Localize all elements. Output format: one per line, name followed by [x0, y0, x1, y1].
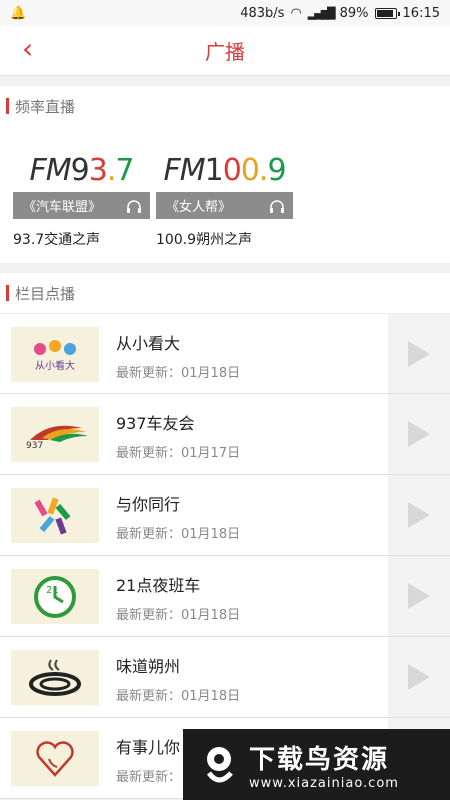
program-item[interactable]: 937 937车友会 最新更新：01月17日 — [0, 394, 450, 475]
program-thumbnail: 937 — [11, 407, 99, 462]
battery-percent: 89% — [339, 5, 369, 21]
watermark-url: www.xiazainiao.com — [249, 775, 399, 791]
program-thumbnail — [11, 650, 99, 705]
page-title: 广播 — [205, 40, 245, 64]
play-icon — [408, 664, 430, 690]
fm-digit: 3 — [88, 153, 108, 188]
channel-desc: 93.7交通之声 — [13, 232, 101, 248]
headphone-icon — [269, 199, 285, 213]
program-thumbnail — [11, 731, 99, 786]
play-icon — [408, 421, 430, 447]
program-update: 最新更新：01月18日 — [116, 608, 241, 623]
channel-card-1009[interactable]: FM 100.9 《女人帮》 100.9朔州之声 — [156, 134, 293, 249]
program-item[interactable]: 从小看大 从小看大 最新更新：01月18日 — [0, 313, 450, 394]
program-update: 最新更新：01月18日 — [116, 527, 241, 542]
program-item[interactable]: 味道朔州 最新更新：01月18日 — [0, 637, 450, 718]
wifi-icon: ◠ — [290, 5, 302, 21]
watermark-title: 下载鸟资源 — [249, 744, 390, 775]
clock: 16:15 — [402, 5, 440, 21]
section-accent-bar — [6, 98, 9, 114]
notification-icon: 🔔 — [10, 5, 27, 21]
program-thumbnail: 从小看大 — [11, 327, 99, 382]
thumb-text: 937 — [26, 441, 43, 450]
program-name: 21点夜班车 — [116, 576, 201, 595]
program-thumbnail: 21 — [11, 569, 99, 624]
fm-digit: 9 — [70, 153, 90, 188]
fm-digit: 0 — [240, 153, 260, 188]
play-button[interactable] — [388, 637, 450, 717]
section-title-ondemand: 栏目点播 — [15, 284, 76, 303]
channel-card-937[interactable]: FM 93.7 《汽车联盟》 93.7交通之声 — [13, 134, 150, 249]
program-item[interactable]: 与你同行 最新更新：01月18日 — [0, 475, 450, 556]
fm-digit: 7 — [115, 153, 134, 188]
channel-name: 《汽车联盟》 — [23, 200, 102, 215]
channel-desc: 100.9朔州之声 — [156, 232, 253, 248]
headphone-icon — [126, 199, 142, 213]
play-button[interactable] — [388, 314, 450, 393]
section-title-live: 频率直播 — [15, 97, 76, 116]
app-header: ‹ 广播 — [0, 26, 450, 76]
thumb-text: 21 — [46, 585, 59, 596]
back-icon[interactable]: ‹ — [22, 34, 33, 64]
program-list: 从小看大 从小看大 最新更新：01月18日 937 937车友会 最新更新：01… — [0, 313, 450, 799]
network-speed: 483b/s — [240, 5, 285, 21]
play-icon — [408, 583, 430, 609]
play-button[interactable] — [388, 394, 450, 474]
ondemand-section: 栏目点播 从小看大 从小看大 最新更新：01月18日 937 937车友会 最新… — [0, 273, 450, 799]
program-update: 最新更新：01月18日 — [116, 366, 241, 381]
section-header: 栏目点播 — [0, 273, 450, 313]
battery-icon — [374, 7, 400, 19]
fm-digit: 0 — [222, 153, 242, 188]
fm-digit: 9 — [267, 153, 286, 188]
thumb-text: 从小看大 — [35, 359, 75, 372]
fm-logo-937: FM 93.7 — [29, 153, 135, 188]
section-header: 频率直播 — [0, 86, 450, 126]
channel-name-bar[interactable]: 《汽车联盟》 — [13, 192, 150, 219]
fm-logo-1009: FM 100.9 — [163, 153, 286, 188]
bird-logo-icon — [206, 746, 233, 782]
channel-name-bar[interactable]: 《女人帮》 — [156, 192, 293, 219]
play-icon — [408, 502, 430, 528]
program-name: 从小看大 — [116, 334, 181, 353]
program-name: 937车友会 — [116, 414, 195, 433]
signal-icon: ▂▄▆█ — [307, 6, 336, 20]
fm-digit: 1 — [204, 153, 224, 188]
program-update: 最新更新：01月18日 — [116, 689, 241, 704]
status-bar: 🔔 483b/s ◠ ▂▄▆█ 89% 16:15 — [0, 0, 450, 26]
play-button[interactable] — [388, 475, 450, 555]
program-name: 与你同行 — [116, 495, 181, 514]
section-accent-bar — [6, 285, 9, 301]
program-thumbnail — [11, 488, 99, 543]
program-name: 味道朔州 — [116, 657, 181, 676]
play-icon — [408, 340, 430, 367]
play-button[interactable] — [388, 556, 450, 636]
watermark-overlay: 下载鸟资源 www.xiazainiao.com — [183, 729, 450, 800]
channel-name: 《女人帮》 — [166, 200, 232, 215]
live-section: 频率直播 FM 93.7 《汽车联盟》 93.7交通之声 FM 100.9 《女人帮… — [0, 86, 450, 263]
program-item[interactable]: 21 21点夜班车 最新更新：01月18日 — [0, 556, 450, 637]
program-update: 最新更新：01月17日 — [116, 446, 241, 461]
